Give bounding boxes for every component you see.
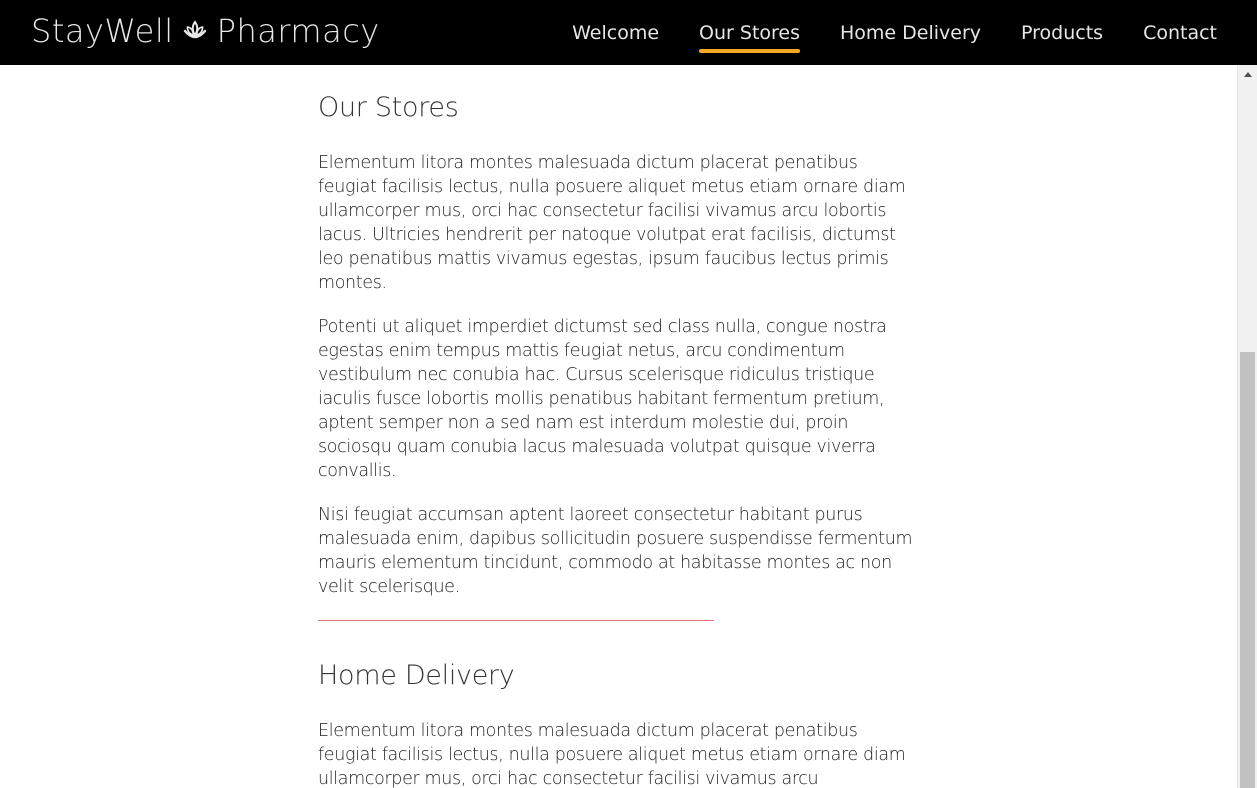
main-nav: Welcome Our Stores Home Delivery Product… (572, 0, 1217, 65)
main-content: Our Stores Elementum litora montes males… (318, 88, 918, 788)
nav-our-stores-label: Our Stores (699, 21, 801, 44)
brand-logo[interactable]: StayWell Pharmacy (31, 11, 380, 51)
vertical-scrollbar[interactable] (1237, 65, 1257, 788)
section-title-home-delivery: Home Delivery (318, 660, 515, 691)
brand-name-part2: Pharmacy (216, 12, 380, 50)
our-stores-paragraph-1: Elementum litora montes malesuada dictum… (318, 153, 906, 293)
section-divider (318, 620, 714, 621)
nav-our-stores[interactable]: Our Stores (699, 21, 801, 53)
section-title-our-stores: Our Stores (318, 92, 459, 123)
nav-home-delivery[interactable]: Home Delivery (840, 21, 981, 45)
nav-contact[interactable]: Contact (1143, 21, 1217, 45)
site-header: StayWell Pharmacy Welcome Our Stores Hom… (0, 0, 1257, 65)
brand-name-part1: StayWell (31, 12, 174, 50)
our-stores-paragraph-2: Potenti ut aliquet imperdiet dictumst se… (318, 317, 887, 481)
our-stores-paragraph-3: Nisi feugiat accumsan aptent laoreet con… (318, 505, 913, 597)
nav-products[interactable]: Products (1021, 21, 1103, 45)
leaf-bowl-icon (181, 17, 209, 45)
scrollbar-thumb[interactable] (1240, 352, 1255, 788)
scroll-up-arrow-icon[interactable] (1244, 72, 1252, 77)
home-delivery-paragraph-1: Elementum litora montes malesuada dictum… (318, 721, 906, 788)
nav-welcome[interactable]: Welcome (572, 21, 659, 45)
